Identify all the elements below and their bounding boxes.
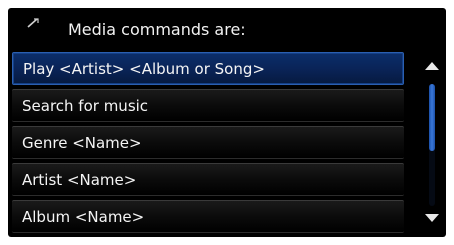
voice-command-screen: Media commands are: Play <Artist> <Album… bbox=[8, 8, 446, 237]
list-item[interactable]: Play <Artist> <Album or Song> bbox=[12, 52, 404, 85]
scroll-down-icon[interactable] bbox=[425, 214, 439, 222]
list-item-label: Genre <Name> bbox=[22, 134, 142, 152]
list-item[interactable]: Album <Name> bbox=[12, 200, 404, 233]
list-item-label: Artist <Name> bbox=[22, 171, 137, 189]
header: Media commands are: bbox=[8, 8, 446, 52]
scrollbar[interactable] bbox=[422, 52, 442, 229]
list-item-label: Play <Artist> <Album or Song> bbox=[23, 60, 265, 78]
list-item-label: Album <Name> bbox=[22, 208, 145, 226]
voice-command-icon bbox=[27, 18, 39, 28]
scroll-thumb[interactable] bbox=[429, 84, 435, 151]
list-item[interactable]: Artist <Name> bbox=[12, 163, 404, 196]
scroll-track[interactable] bbox=[429, 84, 435, 206]
page-title: Media commands are: bbox=[68, 20, 246, 39]
command-list: Play <Artist> <Album or Song> Search for… bbox=[12, 52, 404, 237]
list-item-label: Search for music bbox=[22, 97, 149, 115]
scroll-up-icon[interactable] bbox=[425, 62, 439, 70]
list-item[interactable]: Search for music bbox=[12, 89, 404, 122]
list-item[interactable]: Genre <Name> bbox=[12, 126, 404, 159]
